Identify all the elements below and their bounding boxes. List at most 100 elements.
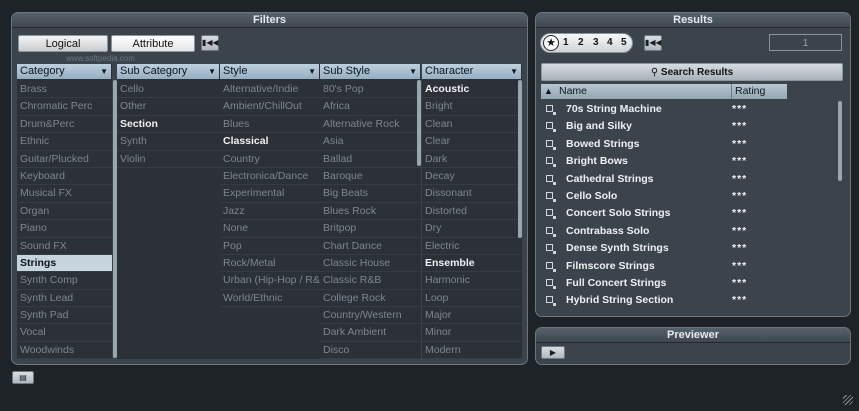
filter-item[interactable]: Loop [422, 290, 522, 308]
search-results-button[interactable]: ⚲ Search Results [541, 63, 843, 81]
result-row[interactable]: Cello Solo *** [541, 188, 841, 205]
toggle-layout-button[interactable]: ▤ [12, 371, 34, 384]
reset-results-button[interactable]: ▮◀◀ [644, 35, 662, 51]
filter-item[interactable]: Drum&Perc [17, 116, 112, 134]
rating-2[interactable]: 2 [578, 37, 584, 48]
rating-1[interactable]: 1 [563, 37, 569, 48]
filter-item[interactable]: Urban (Hip-Hop / R&B) [220, 272, 320, 290]
filter-item[interactable]: Guitar/Plucked [17, 151, 112, 168]
filter-item[interactable]: Distorted [422, 203, 522, 221]
character-header[interactable]: Character ▼ [422, 64, 522, 79]
filter-item[interactable]: Dissonant [422, 185, 522, 203]
filter-item[interactable]: Modern [422, 342, 522, 359]
filter-item[interactable]: Chart Dance [320, 238, 421, 255]
filter-item[interactable]: Synth Comp [17, 272, 112, 290]
filter-item[interactable]: Synth [117, 133, 220, 151]
filter-item[interactable]: Strings [17, 254, 112, 273]
filter-item[interactable]: 80's Pop [320, 81, 421, 99]
filter-item[interactable]: Violin [117, 151, 220, 168]
name-column-header[interactable]: Name [559, 84, 587, 99]
filter-item[interactable]: Chromatic Perc [17, 98, 112, 116]
filter-item[interactable]: Woodwinds [17, 342, 112, 359]
filter-item[interactable]: Decay [422, 168, 522, 186]
filter-item[interactable]: Clean [422, 116, 522, 134]
results-scrollbar[interactable] [838, 101, 842, 181]
character-scrollbar[interactable] [518, 80, 522, 238]
filter-item[interactable]: Other [117, 98, 220, 116]
result-row[interactable]: Big and Silky *** [541, 118, 841, 135]
result-row[interactable]: Cathedral Strings *** [541, 171, 841, 188]
result-row[interactable]: Concert Solo Strings *** [541, 205, 841, 222]
filter-item[interactable]: College Rock [320, 290, 421, 308]
logical-button[interactable]: Logical [18, 35, 108, 52]
filter-item[interactable]: Keyboard [17, 168, 112, 186]
filter-item[interactable]: Minor [422, 324, 522, 342]
filter-item[interactable]: Cello [117, 81, 220, 99]
filter-item[interactable]: Ballad [320, 151, 421, 168]
filter-item[interactable]: Baroque [320, 168, 421, 186]
filter-item[interactable]: Synth Pad [17, 307, 112, 325]
filter-item[interactable]: Classic House [320, 255, 421, 273]
result-row[interactable]: Full Concert Strings *** [541, 275, 841, 292]
result-row[interactable]: Filmscore Strings *** [541, 258, 841, 275]
rating-column-header[interactable]: Rating [731, 84, 765, 99]
filter-item[interactable]: Africa [320, 98, 421, 116]
filter-item[interactable]: Ethnic [17, 133, 112, 151]
result-row[interactable]: Bright Bows *** [541, 153, 841, 170]
resize-grip-icon[interactable] [843, 395, 853, 405]
sub-category-header[interactable]: Sub Category ▼ [117, 64, 220, 79]
filter-item[interactable]: Experimental [220, 185, 320, 203]
filter-item[interactable]: Alternative Rock [320, 116, 421, 134]
filter-item[interactable]: Dark [422, 151, 522, 168]
filter-item[interactable]: Brass [17, 81, 112, 99]
filter-item[interactable]: Organ [17, 203, 112, 221]
filter-item[interactable]: Piano [17, 220, 112, 238]
filter-item[interactable]: Electronica/Dance [220, 168, 320, 186]
attribute-button[interactable]: Attribute [111, 35, 195, 52]
filter-item[interactable]: Jazz [220, 203, 320, 221]
filter-item[interactable]: Classical [220, 133, 320, 151]
filter-item[interactable]: Synth Lead [17, 290, 112, 308]
filter-item[interactable]: Classic R&B [320, 272, 421, 290]
filter-item[interactable]: Blues [220, 116, 320, 134]
result-row[interactable]: Hybrid String Section *** [541, 292, 841, 309]
sub-style-scrollbar[interactable] [417, 80, 421, 166]
result-row[interactable]: 70s String Machine *** [541, 101, 841, 118]
rating-5[interactable]: 5 [621, 37, 627, 48]
filter-item[interactable]: Asia [320, 133, 421, 151]
reset-filters-button[interactable]: ▮◀◀ [201, 35, 219, 51]
filter-item[interactable]: Country/Western [320, 307, 421, 325]
style-header[interactable]: Style ▼ [220, 64, 320, 79]
filter-item[interactable]: Blues Rock [320, 203, 421, 221]
filter-item[interactable]: Alternative/Indie [220, 81, 320, 99]
filter-item[interactable]: Clear [422, 133, 522, 151]
filter-item[interactable]: Bright [422, 98, 522, 116]
filter-item[interactable]: Electric [422, 238, 522, 255]
filter-item[interactable]: Dry [422, 220, 522, 238]
result-row[interactable]: Bowed Strings *** [541, 136, 841, 153]
filter-item[interactable]: Musical FX [17, 185, 112, 203]
filter-item[interactable]: Dark Ambient [320, 324, 421, 342]
filter-item[interactable]: World/Ethnic [220, 290, 320, 308]
filter-item[interactable]: Vocal [17, 324, 112, 342]
rating-3[interactable]: 3 [593, 37, 599, 48]
filter-item[interactable]: Country [220, 151, 320, 168]
filter-item[interactable]: Section [117, 116, 220, 134]
sub-style-header[interactable]: Sub Style ▼ [320, 64, 421, 79]
result-row[interactable]: Contrabass Solo *** [541, 223, 841, 240]
category-header[interactable]: Category ▼ [17, 64, 112, 79]
filter-item[interactable]: None [220, 220, 320, 238]
filter-item[interactable]: Big Beats [320, 185, 421, 203]
filter-item[interactable]: Major [422, 307, 522, 325]
star-icon[interactable]: ★ [543, 35, 559, 51]
result-row[interactable]: Dense Synth Strings *** [541, 240, 841, 257]
filter-item[interactable]: Pop [220, 238, 320, 255]
filter-item[interactable]: Acoustic [422, 81, 522, 99]
filter-item[interactable]: Ensemble [422, 255, 522, 273]
filter-item[interactable]: Britpop [320, 220, 421, 238]
filter-item[interactable]: Sound FX [17, 238, 112, 255]
preview-play-button[interactable]: ▶ [541, 346, 565, 359]
filter-item[interactable]: Disco [320, 342, 421, 359]
filter-item[interactable]: Ambient/ChillOut [220, 98, 320, 116]
filter-item[interactable]: Rock/Metal [220, 255, 320, 273]
